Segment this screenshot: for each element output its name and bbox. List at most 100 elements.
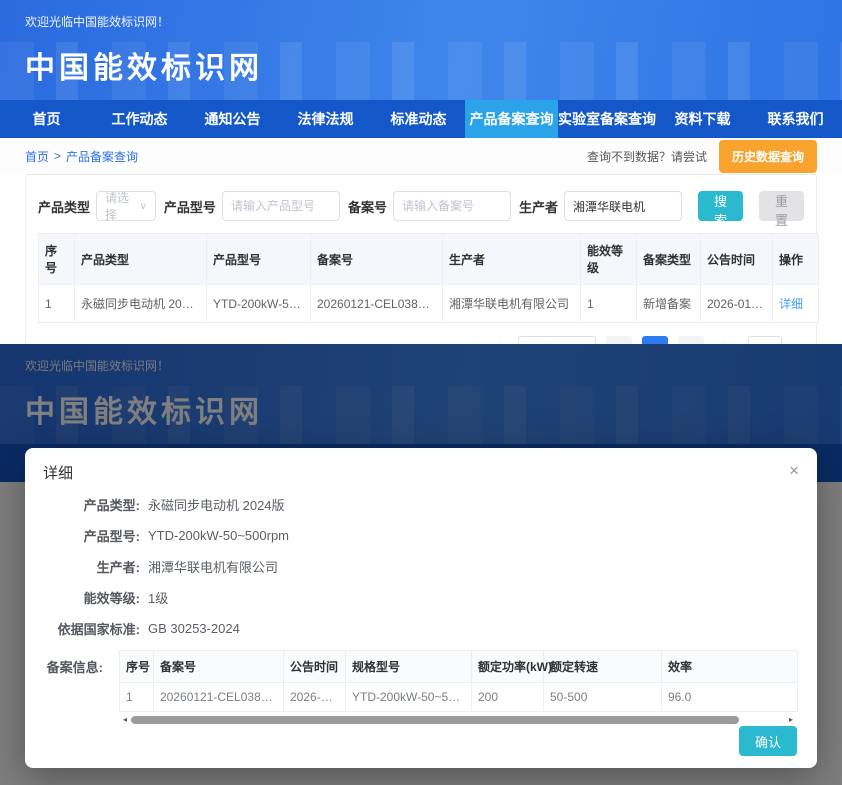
- search-button[interactable]: 搜索: [698, 191, 743, 221]
- results-header-row: 序号 产品类型 产品型号 备案号 生产者 能效等级 备案类型 公告时间 操作: [39, 234, 819, 285]
- modal-body: 产品类型: 永磁同步电动机 2024版 产品型号: YTD-200kW-50~5…: [25, 487, 817, 724]
- breadcrumb-separator: >: [54, 149, 61, 163]
- nav-item-home[interactable]: 首页: [0, 100, 93, 138]
- cell-rated-speed: 50-500: [544, 683, 662, 712]
- col-energy-grade: 能效等级: [581, 234, 637, 285]
- col-announce-date: 公告时间: [284, 651, 346, 683]
- field-value: 湘潭华联电机有限公司: [148, 557, 278, 576]
- product-type-select[interactable]: 请选择 ∨: [96, 191, 156, 221]
- horizontal-scrollbar: ◂ ▸: [119, 715, 797, 724]
- modal-title: 详细: [43, 462, 73, 483]
- nav-item-standards[interactable]: 标准动态: [372, 100, 465, 138]
- col-producer: 生产者: [443, 234, 581, 285]
- col-product-type: 产品类型: [75, 234, 207, 285]
- table-row: 1 20260121-CEL0382025-899016 2026-01-21 …: [120, 683, 798, 712]
- breadcrumb-home-link[interactable]: 首页: [25, 148, 49, 165]
- field-label: 能效等级:: [45, 588, 140, 607]
- field-label: 生产者:: [45, 557, 140, 576]
- col-seq: 序号: [39, 234, 75, 285]
- breadcrumb-bar: 首页 > 产品备案查询 查询不到数据？请尝试 历史数据查询: [0, 138, 842, 174]
- record-info-section: 备案信息: 序号 备案号 公告时间: [45, 650, 797, 724]
- confirm-button[interactable]: 确认: [739, 726, 797, 756]
- detail-dialog-view: 欢迎光临中国能效标识网！ 中国能效标识网 详细 × 产品类型: 永磁同步电动机 …: [0, 344, 842, 785]
- chevron-down-icon: ∨: [140, 201, 147, 212]
- nav-item-notices[interactable]: 通知公告: [186, 100, 279, 138]
- product-type-label: 产品类型: [38, 197, 90, 216]
- page: 欢迎光临中国能效标识网！ 中国能效标识网 首页 工作动态 通知公告 法律法规 标…: [0, 0, 842, 785]
- col-record-type: 备案类型: [637, 234, 701, 285]
- history-hint: 查询不到数据？请尝试: [587, 148, 707, 165]
- cell-energy-grade: 1: [581, 285, 637, 323]
- scroll-right-icon[interactable]: ▸: [785, 715, 797, 724]
- record-info-table: 序号 备案号 公告时间 规格型号 额定功率(kW) 额定转速 效率: [119, 650, 798, 712]
- cell-product-model: YTD-200kW-50~500rpm: [207, 285, 311, 323]
- field-value: 1级: [148, 588, 168, 607]
- field-producer: 生产者: 湘潭华联电机有限公司: [45, 557, 797, 576]
- product-query-page: 欢迎光临中国能效标识网！ 中国能效标识网 首页 工作动态 通知公告 法律法规 标…: [0, 0, 842, 344]
- nav-item-laws[interactable]: 法律法规: [279, 100, 372, 138]
- cell-seq: 1: [39, 285, 75, 323]
- field-product-model: 产品型号: YTD-200kW-50~500rpm: [45, 526, 797, 545]
- producer-input[interactable]: [564, 191, 682, 221]
- nav-item-downloads[interactable]: 资料下载: [656, 100, 749, 138]
- cell-announce-date: 2026-01-21: [284, 683, 346, 712]
- nav-item-lab-query[interactable]: 实验室备案查询: [558, 100, 656, 138]
- cell-efficiency: 96.0: [662, 683, 798, 712]
- record-info-label: 备案信息:: [45, 650, 103, 676]
- producer-label: 生产者: [519, 197, 558, 216]
- site-header: 欢迎光临中国能效标识网！ 中国能效标识网: [0, 0, 842, 100]
- col-rated-speed: 额定转速: [544, 651, 662, 683]
- modal-footer: 确认: [25, 724, 817, 772]
- cell-rated-power: 200: [472, 683, 544, 712]
- search-form: 产品类型 请选择 ∨ 产品型号 备案号 生产者 搜索 重置: [38, 187, 804, 233]
- scrollbar-thumb[interactable]: [131, 716, 739, 724]
- field-value: 永磁同步电动机 2024版: [148, 495, 285, 514]
- cell-record-number: 20260121-CEL0382025-899016: [311, 285, 443, 323]
- modal-header: 详细 ×: [25, 448, 817, 487]
- col-rated-power: 额定功率(kW): [472, 651, 544, 683]
- field-national-standard: 依据国家标准: GB 30253-2024: [45, 619, 797, 638]
- scroll-left-icon[interactable]: ◂: [119, 715, 131, 724]
- cell-producer: 湘潭华联电机有限公司: [443, 285, 581, 323]
- scrollbar-track[interactable]: [131, 716, 785, 724]
- field-label: 依据国家标准:: [45, 619, 140, 638]
- nav-item-product-query[interactable]: 产品备案查询: [465, 100, 558, 138]
- site-title: 中国能效标识网: [25, 43, 842, 87]
- col-spec-model: 规格型号: [346, 651, 472, 683]
- col-announce-date: 公告时间: [701, 234, 773, 285]
- results-table: 序号 产品类型 产品型号 备案号 生产者 能效等级 备案类型 公告时间 操作 1: [38, 233, 819, 323]
- col-product-model: 产品型号: [207, 234, 311, 285]
- field-value: GB 30253-2024: [148, 621, 240, 636]
- history-data-query-button[interactable]: 历史数据查询: [719, 140, 817, 173]
- history-area: 查询不到数据？请尝试 历史数据查询: [587, 140, 817, 173]
- breadcrumb-current: 产品备案查询: [66, 148, 138, 165]
- table-row: 1 永磁同步电动机 2024版 YTD-200kW-50~500rpm 2026…: [39, 285, 819, 323]
- field-value: YTD-200kW-50~500rpm: [148, 528, 289, 543]
- nav-item-contact[interactable]: 联系我们: [749, 100, 842, 138]
- col-seq: 序号: [120, 651, 154, 683]
- cell-record-number: 20260121-CEL0382025-899016: [154, 683, 284, 712]
- field-label: 产品类型:: [45, 495, 140, 514]
- field-label: 产品型号:: [45, 526, 140, 545]
- record-number-input[interactable]: [393, 191, 511, 221]
- cell-seq: 1: [120, 683, 154, 712]
- col-record-number: 备案号: [311, 234, 443, 285]
- breadcrumb: 首页 > 产品备案查询: [25, 148, 138, 165]
- welcome-text: 欢迎光临中国能效标识网！: [25, 0, 842, 30]
- product-model-input[interactable]: [222, 191, 340, 221]
- detail-modal: 详细 × 产品类型: 永磁同步电动机 2024版 产品型号: YTD-200kW…: [25, 448, 817, 768]
- cell-product-type: 永磁同步电动机 2024版: [75, 285, 207, 323]
- nav-item-work-news[interactable]: 工作动态: [93, 100, 186, 138]
- detail-link[interactable]: 详细: [779, 297, 803, 311]
- product-model-label: 产品型号: [164, 197, 216, 216]
- record-number-label: 备案号: [348, 197, 387, 216]
- col-record-number: 备案号: [154, 651, 284, 683]
- close-icon[interactable]: ×: [789, 462, 799, 479]
- cell-announce-date: 2026-01-21: [701, 285, 773, 323]
- cell-record-type: 新增备案: [637, 285, 701, 323]
- field-energy-grade: 能效等级: 1级: [45, 588, 797, 607]
- col-efficiency: 效率: [662, 651, 798, 683]
- main-nav: 首页 工作动态 通知公告 法律法规 标准动态 产品备案查询 实验室备案查询 资料…: [0, 100, 842, 138]
- reset-button[interactable]: 重置: [759, 191, 804, 221]
- record-header-row: 序号 备案号 公告时间 规格型号 额定功率(kW) 额定转速 效率: [120, 651, 798, 683]
